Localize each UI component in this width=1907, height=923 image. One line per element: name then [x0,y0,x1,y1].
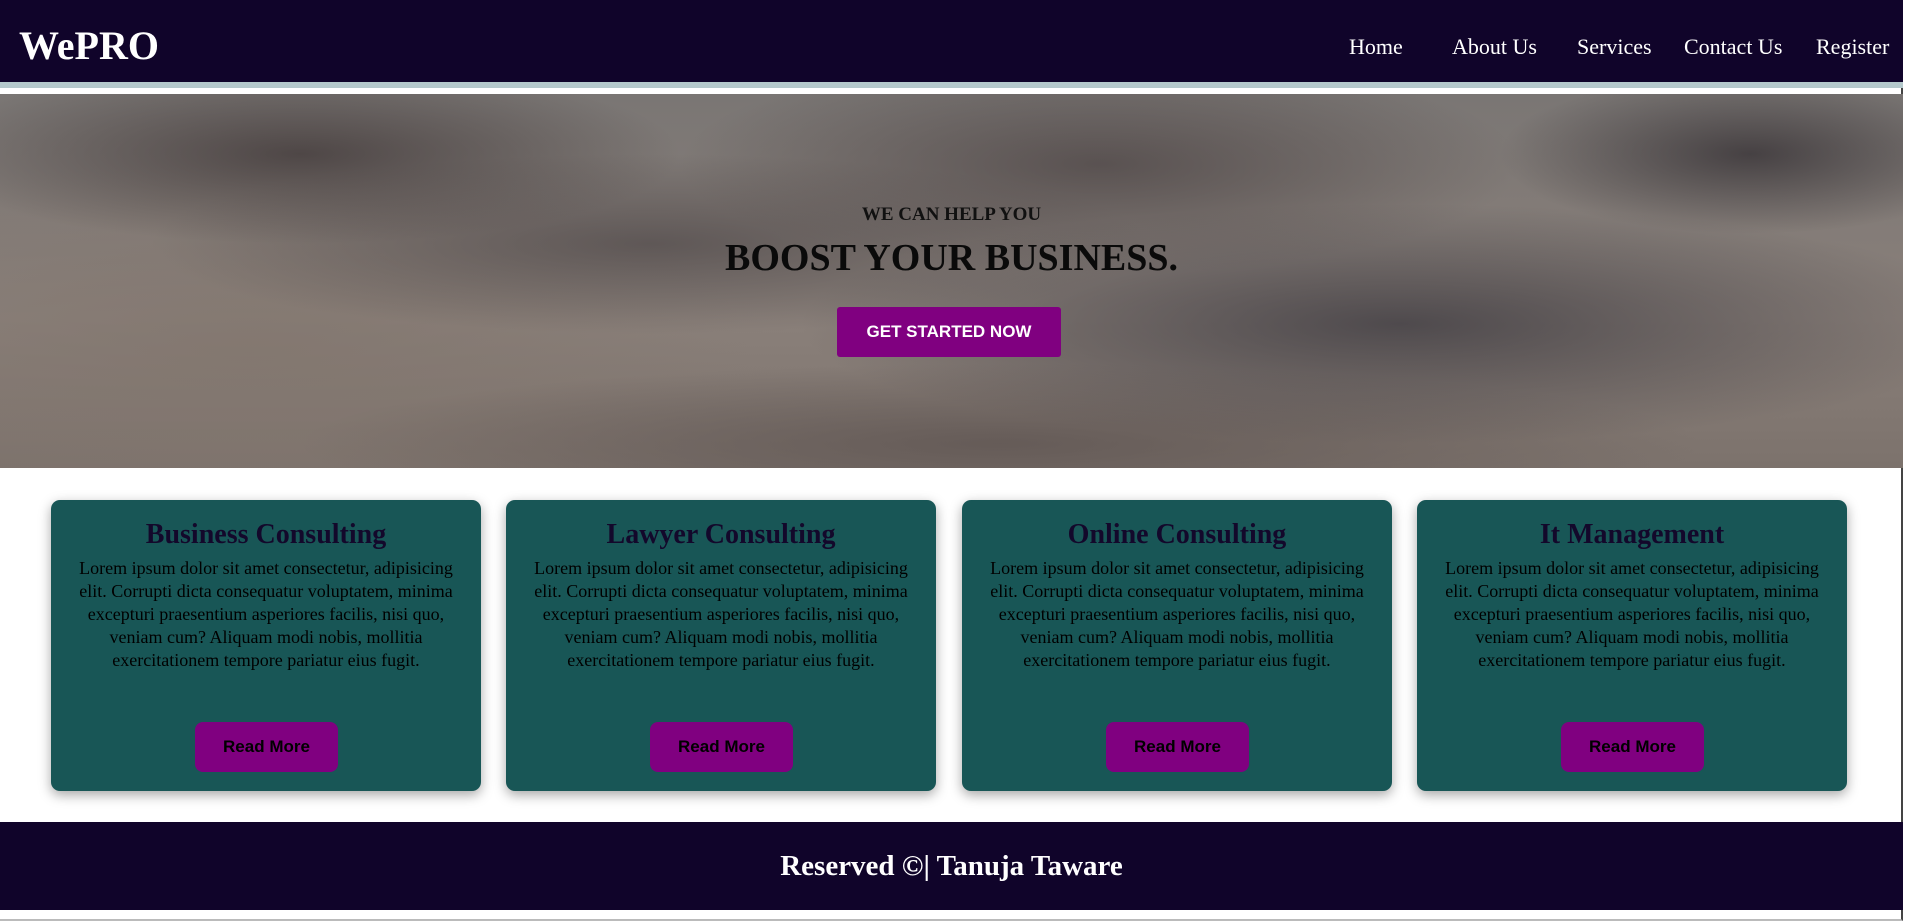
nav-contact-us[interactable]: Contact Us [1684,34,1782,60]
card-text: Lorem ipsum dolor sit amet consectetur, … [534,558,908,670]
card-title: Online Consulting [1067,519,1287,550]
read-more-button[interactable]: Read More [195,722,338,772]
nav-about-us[interactable]: About Us [1452,34,1537,60]
hero-subtitle: WE CAN HELP YOU [861,204,1042,225]
service-card-business-consulting: Business Consulting Lorem ipsum dolor si… [51,500,481,791]
footer: Reserved ©| Tanuja Taware [0,822,1903,910]
read-more-button[interactable]: Read More [650,722,793,772]
nav-services[interactable]: Services [1577,34,1652,60]
card-title: Lawyer Consulting [606,519,836,550]
nav-home[interactable]: Home [1349,34,1403,60]
page: WePRO Home About Us Services Contact Us … [0,0,1903,921]
logo[interactable]: WePRO [19,22,159,69]
footer-text: Reserved ©| Tanuja Taware [780,850,1123,882]
service-card-online-consulting: Online Consulting Lorem ipsum dolor sit … [962,500,1392,791]
card-text: Lorem ipsum dolor sit amet consectetur, … [79,558,453,670]
read-more-button[interactable]: Read More [1561,722,1704,772]
read-more-button[interactable]: Read More [1106,722,1249,772]
card-title: Business Consulting [145,519,387,550]
navbar: WePRO Home About Us Services Contact Us … [0,0,1903,88]
card-title: It Management [1539,519,1725,550]
nav-register[interactable]: Register [1816,34,1889,60]
get-started-button[interactable]: GET STARTED NOW [837,307,1061,357]
card-text: Lorem ipsum dolor sit amet consectetur, … [1445,558,1819,670]
hero-section: WE CAN HELP YOU BOOST YOUR BUSINESS. GET… [0,94,1903,468]
hero-title: BOOST YOUR BUSINESS. [725,237,1178,279]
card-text: Lorem ipsum dolor sit amet consectetur, … [990,558,1364,670]
service-card-it-management: It Management Lorem ipsum dolor sit amet… [1417,500,1847,791]
service-card-lawyer-consulting: Lawyer Consulting Lorem ipsum dolor sit … [506,500,936,791]
